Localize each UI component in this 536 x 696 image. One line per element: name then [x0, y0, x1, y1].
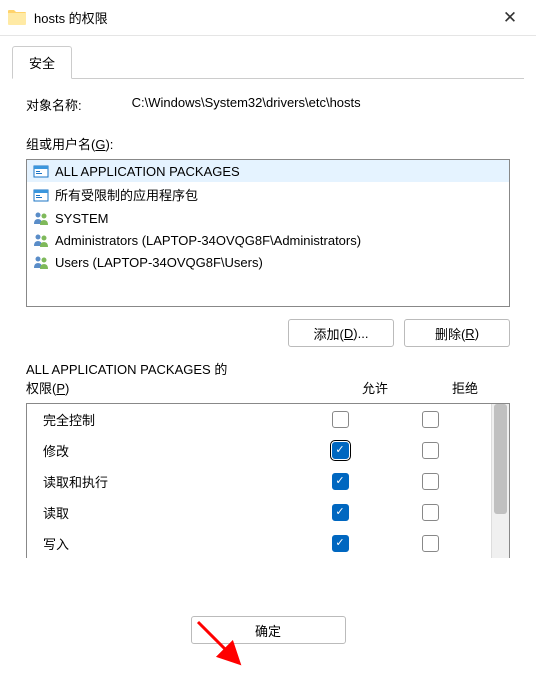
tab-bar: 安全 对象名称: C:\Windows\System32\drivers\etc… [0, 36, 536, 568]
deny-checkbox[interactable] [422, 535, 439, 552]
permission-name: 完全控制 [43, 410, 295, 429]
list-item[interactable]: SYSTEM [27, 207, 509, 229]
folder-icon [8, 10, 26, 25]
object-path: C:\Windows\System32\drivers\etc\hosts [132, 95, 361, 114]
permission-row: 修改 ✓ [27, 435, 491, 466]
permission-row: 写入 ✓ [27, 528, 491, 558]
close-button[interactable]: ✕ [492, 0, 528, 36]
annotation-arrow-icon [190, 614, 250, 674]
groups-listbox[interactable]: ALL APPLICATION PACKAGES 所有受限制的应用程序包 SYSTE… [26, 159, 510, 307]
permission-name: 读取和执行 [43, 472, 295, 491]
list-item[interactable]: ALL APPLICATION PACKAGES [27, 160, 509, 182]
permission-name: 修改 [43, 441, 295, 460]
permissions-header: ALL APPLICATION PACKAGES 的 权限(P) 允许 拒绝 [26, 359, 510, 397]
object-row: 对象名称: C:\Windows\System32\drivers\etc\ho… [26, 95, 510, 114]
list-item-label: SYSTEM [55, 211, 108, 226]
add-button[interactable]: 添加(D)... [288, 319, 394, 347]
allow-header: 允许 [330, 378, 420, 397]
allow-checkbox[interactable]: ✓ [332, 504, 349, 521]
deny-checkbox[interactable] [422, 504, 439, 521]
permissions-listbox: 完全控制修改 ✓ 读取和执行 ✓ 读取 ✓ 写入 ✓ [26, 403, 510, 558]
list-item-label: ALL APPLICATION PACKAGES [55, 164, 240, 179]
list-item[interactable]: Users (LAPTOP-34OVQG8F\Users) [27, 251, 509, 273]
deny-checkbox[interactable] [422, 473, 439, 490]
allow-checkbox[interactable]: ✓ [332, 535, 349, 552]
deny-header: 拒绝 [420, 378, 510, 397]
list-item-label: Administrators (LAPTOP-34OVQG8F\Administ… [55, 233, 361, 248]
remove-button[interactable]: 删除(R) [404, 319, 510, 347]
users-icon [33, 232, 49, 248]
object-name-label: 对象名称: [26, 95, 82, 114]
permission-row: 读取和执行 ✓ [27, 466, 491, 497]
groups-label: 组或用户名(G): [26, 134, 510, 153]
bottom-area: 确定 [0, 616, 536, 696]
package-icon [33, 187, 49, 203]
permission-name: 读取 [43, 503, 295, 522]
permissions-scrollbar[interactable] [491, 404, 509, 558]
list-item-label: Users (LAPTOP-34OVQG8F\Users) [55, 255, 263, 270]
deny-checkbox[interactable] [422, 442, 439, 459]
list-item[interactable]: Administrators (LAPTOP-34OVQG8F\Administ… [27, 229, 509, 251]
titlebar: hosts 的权限 ✕ [0, 0, 536, 36]
scrollbar-thumb[interactable] [494, 404, 507, 514]
tab-security[interactable]: 安全 [12, 46, 72, 79]
button-row: 添加(D)... 删除(R) [26, 319, 510, 347]
list-item[interactable]: 所有受限制的应用程序包 [27, 182, 509, 207]
permission-name: 写入 [43, 534, 295, 553]
users-icon [33, 210, 49, 226]
package-icon [33, 163, 49, 179]
list-item-label: 所有受限制的应用程序包 [55, 185, 198, 204]
allow-checkbox[interactable]: ✓ [332, 473, 349, 490]
allow-checkbox[interactable]: ✓ [332, 442, 349, 459]
deny-checkbox[interactable] [422, 411, 439, 428]
allow-checkbox[interactable] [332, 411, 349, 428]
users-icon [33, 254, 49, 270]
permission-row: 读取 ✓ [27, 497, 491, 528]
permission-row: 完全控制 [27, 404, 491, 435]
tab-content: 对象名称: C:\Windows\System32\drivers\etc\ho… [12, 78, 524, 568]
permissions-title: ALL APPLICATION PACKAGES 的 权限(P) [26, 359, 330, 397]
window-title: hosts 的权限 [34, 8, 492, 27]
